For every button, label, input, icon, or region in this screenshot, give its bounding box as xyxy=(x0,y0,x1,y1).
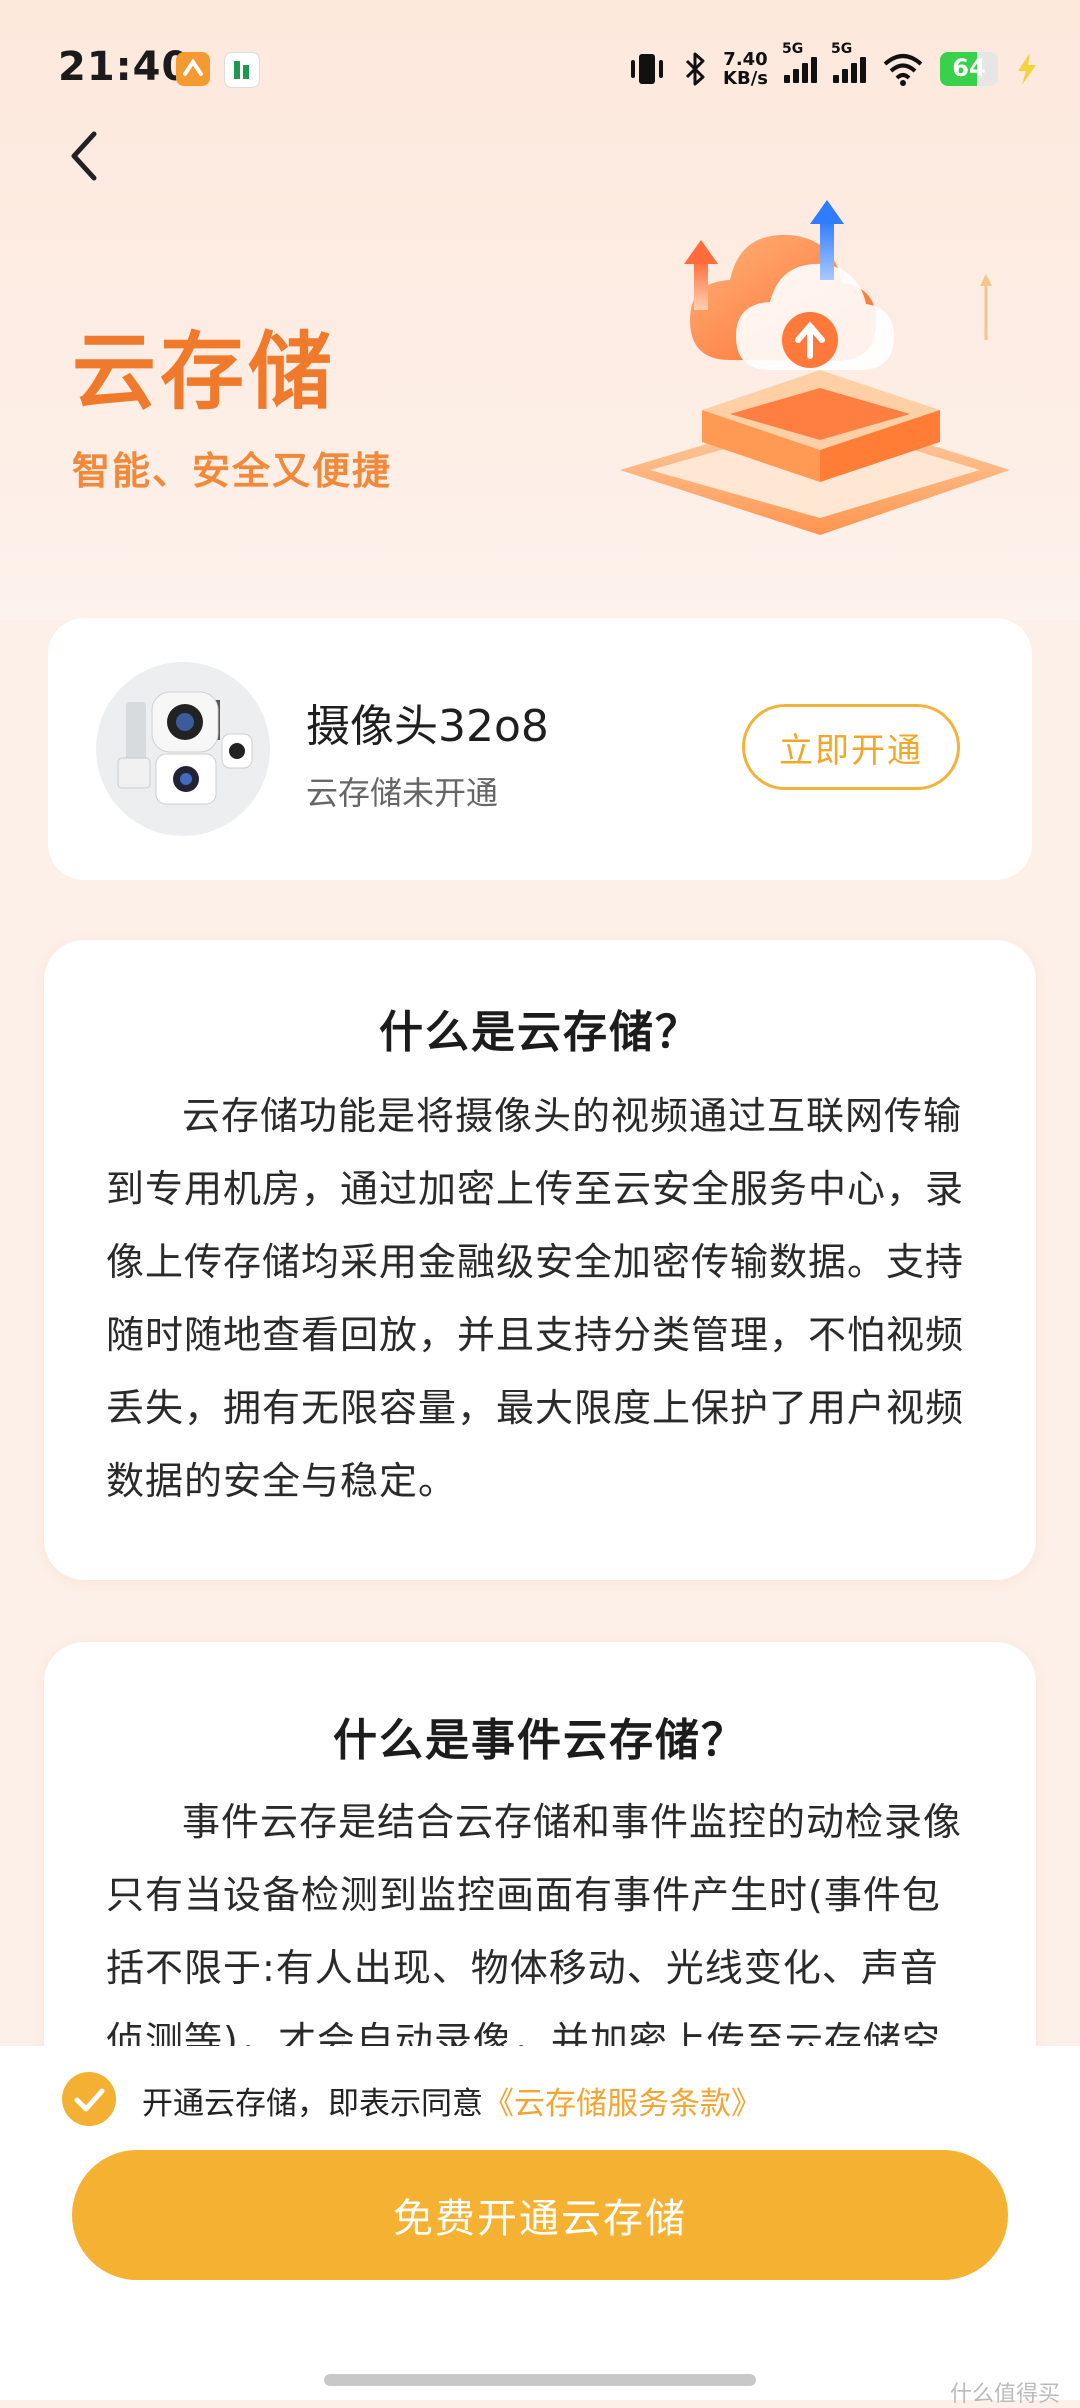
bluetooth-icon xyxy=(685,52,705,86)
camera-icon xyxy=(117,691,253,805)
activate-now-button[interactable]: 立即开通 xyxy=(742,704,960,790)
agreement-text: 开通云存储，即表示同意《云存储服务条款》 xyxy=(142,2086,762,2122)
check-icon xyxy=(74,2088,105,2112)
notification-app-icon xyxy=(176,52,210,86)
terms-link[interactable]: 《云存储服务条款》 xyxy=(483,2086,762,2122)
home-indicator[interactable] xyxy=(324,2374,756,2386)
info-title: 什么是云存储？ xyxy=(379,1007,701,1058)
cloud-storage-info-card: 什么是云存储？ 云存储功能是将摄像头的视频通过互联网传输到专用机房，通过加密上传… xyxy=(44,940,1036,1580)
notification-app-icon-2 xyxy=(224,52,260,88)
free-activate-button[interactable]: 免费开通云存储 xyxy=(72,2150,1008,2280)
device-card: 摄像头32o8 云存储未开通 立即开通 xyxy=(48,618,1032,880)
agree-checkbox[interactable] xyxy=(62,2072,116,2126)
device-status: 云存储未开通 xyxy=(306,774,499,812)
battery-icon: 64 xyxy=(940,52,998,86)
cloud-upload-illustration xyxy=(620,200,1010,535)
signal-icon: 5G xyxy=(831,41,866,83)
wifi-icon xyxy=(883,54,923,86)
signal-icon: 5G xyxy=(782,41,817,83)
net-speed: 7.40 KB/s xyxy=(723,49,768,89)
status-bar: 21:40 7.40 KB/s 5G 5G 64 xyxy=(0,0,1080,120)
charging-icon xyxy=(1018,53,1036,85)
info-body: 云存储功能是将摄像头的视频通过互联网传输到专用机房，通过加密上传至云安全服务中心… xyxy=(106,1094,965,1503)
event-title: 什么是事件云存储？ xyxy=(333,1715,747,1766)
status-time: 21:40 xyxy=(58,44,191,90)
page-title: 云存储 xyxy=(72,323,337,421)
bottom-action-bar: 开通云存储，即表示同意《云存储服务条款》 免费开通云存储 什么值得买 xyxy=(0,2046,1080,2407)
chevron-left-icon xyxy=(71,131,97,181)
vibrate-icon xyxy=(631,54,664,84)
watermark: 什么值得买 xyxy=(949,2382,1060,2407)
device-name: 摄像头32o8 xyxy=(306,701,549,752)
status-icons: 7.40 KB/s 5G 5G 64 xyxy=(627,41,1040,94)
camera-thumbnail xyxy=(96,662,270,836)
page-subtitle: 智能、安全又便捷 xyxy=(72,449,393,493)
back-button[interactable] xyxy=(62,126,106,186)
